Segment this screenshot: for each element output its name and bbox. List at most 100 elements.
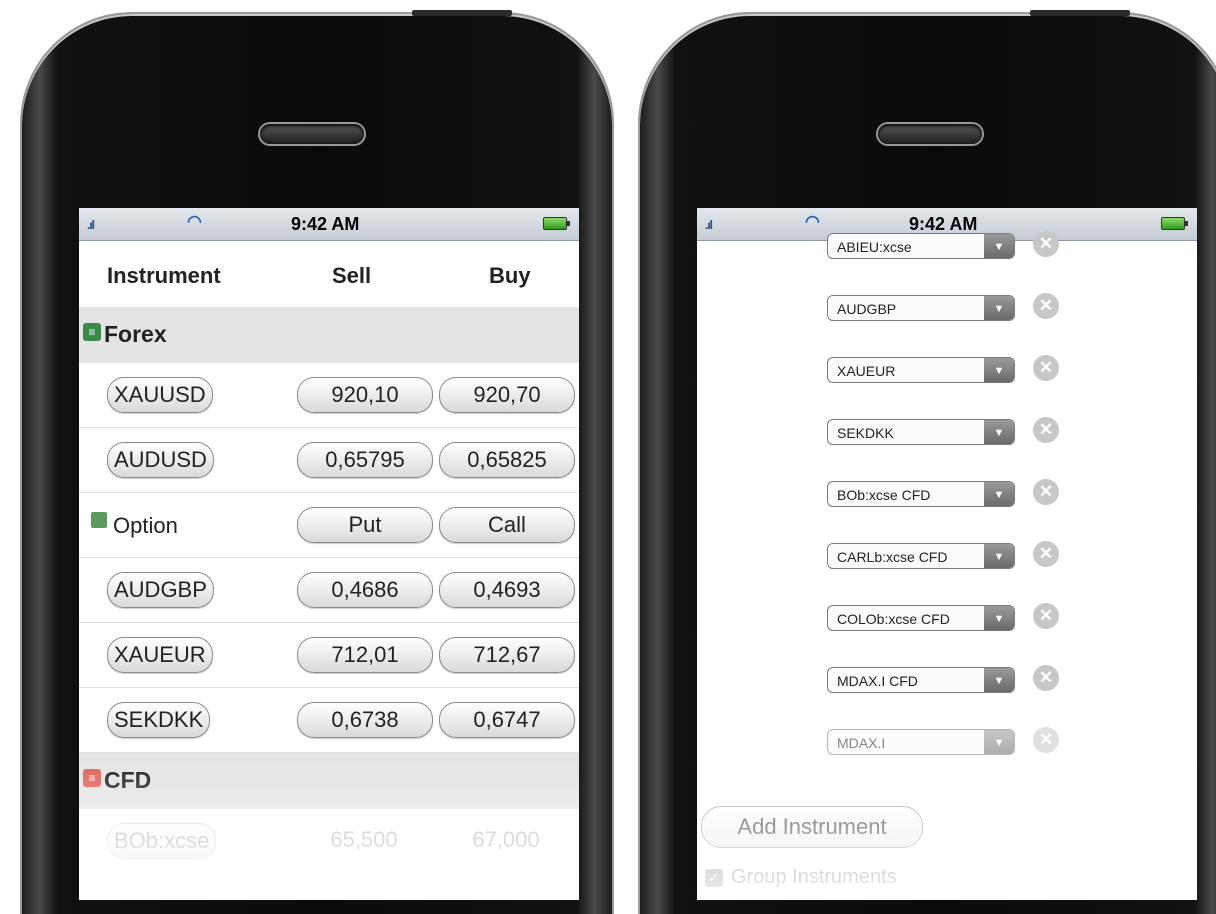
instrument-dropdown[interactable]: AUDGBP ▼: [827, 295, 1015, 321]
dropdown-value: XAUEUR: [837, 363, 896, 379]
instrument-dropdown[interactable]: COLOb:xcse CFD ▼: [827, 605, 1015, 631]
table-row: SEKDKK 0,6738 0,6747: [79, 688, 579, 753]
checkbox-icon[interactable]: ✓: [705, 868, 723, 887]
instrument-button[interactable]: AUDUSD: [107, 442, 214, 478]
instrument-button[interactable]: BOb:xcse: [107, 823, 217, 859]
right-phone: .ıl ◠ 9:42 AM ABIEU:xcse ▼ ✕ AUDGBP ▼ ✕ XAUEUR…: [620, 10, 1216, 914]
add-instrument-button[interactable]: Add Instrument: [701, 806, 923, 848]
sell-button[interactable]: 0,4686: [297, 572, 433, 608]
dropdown-value: CARLb:xcse CFD: [837, 549, 948, 565]
cfd-icon: ≡: [83, 769, 101, 787]
dropdown-value: SEKDKK: [837, 425, 894, 441]
header-sell: Sell: [332, 263, 372, 288]
remove-instrument-icon[interactable]: ✕: [1033, 665, 1059, 691]
battery-icon: [543, 217, 570, 230]
instrument-dropdown[interactable]: MDAX.I ▼: [827, 729, 1015, 755]
table-row: AUDGBP 0,4686 0,4693: [79, 558, 579, 623]
chevron-down-icon: ▼: [984, 668, 1014, 692]
instrument-dropdown[interactable]: ABIEU:xcse ▼: [827, 233, 1015, 259]
remove-instrument-icon[interactable]: ✕: [1033, 293, 1059, 319]
remove-instrument-icon[interactable]: ✕: [1033, 417, 1059, 443]
chevron-down-icon: ▼: [984, 420, 1014, 444]
forex-icon: ≡: [83, 323, 101, 341]
buy-button[interactable]: 712,67: [439, 637, 575, 673]
signal-icon: .ıl: [87, 218, 95, 232]
option-label: Option: [113, 513, 178, 538]
power-button: [412, 10, 512, 16]
phone-bezel: .ıl ◠ 9:42 AM ABIEU:xcse ▼ ✕ AUDGBP ▼ ✕ XAUEUR…: [640, 10, 1216, 914]
buy-button[interactable]: 920,70: [439, 377, 575, 413]
header-instrument: Instrument: [107, 263, 221, 288]
status-bar: .ıl ◠ 9:42 AM: [79, 208, 579, 241]
left-phone: .ıl ◠ 9:42 AM Instrument Sell Buy ≡ Fore…: [2, 10, 612, 914]
chevron-down-icon: ▼: [984, 296, 1014, 320]
instrument-dropdown[interactable]: MDAX.I CFD ▼: [827, 667, 1015, 693]
instrument-combo-row: MDAX.I CFD ▼ ✕: [697, 649, 1197, 711]
remove-instrument-icon[interactable]: ✕: [1033, 541, 1059, 567]
header-buy: Buy: [489, 263, 531, 288]
group-instruments-label: Group Instruments: [731, 866, 897, 888]
phone-bezel: .ıl ◠ 9:42 AM Instrument Sell Buy ≡ Fore…: [22, 10, 612, 914]
sell-button[interactable]: 0,65795: [297, 442, 433, 478]
instrument-button[interactable]: XAUEUR: [107, 637, 213, 673]
right-screen: .ıl ◠ 9:42 AM ABIEU:xcse ▼ ✕ AUDGBP ▼ ✕ XAUEUR…: [697, 208, 1197, 900]
option-icon: [91, 512, 107, 528]
remove-instrument-icon[interactable]: ✕: [1033, 603, 1059, 629]
status-time: 9:42 AM: [291, 214, 360, 234]
instrument-dropdown[interactable]: XAUEUR ▼: [827, 357, 1015, 383]
table-row: XAUUSD 920,10 920,70: [79, 363, 579, 428]
remove-instrument-icon[interactable]: ✕: [1033, 231, 1059, 257]
remove-instrument-icon[interactable]: ✕: [1033, 479, 1059, 505]
chevron-down-icon: ▼: [984, 234, 1014, 258]
instrument-combo-row: AUDGBP ▼ ✕: [697, 277, 1197, 339]
buy-value[interactable]: 67,000: [439, 823, 573, 857]
instrument-dropdown[interactable]: BOb:xcse CFD ▼: [827, 481, 1015, 507]
table-row: BOb:xcse 65,500 67,000: [79, 809, 579, 874]
remove-instrument-icon[interactable]: ✕: [1033, 355, 1059, 381]
dropdown-value: AUDGBP: [837, 301, 897, 317]
sell-button[interactable]: 0,6738: [297, 702, 433, 738]
chevron-down-icon: ▼: [984, 358, 1014, 382]
buy-button[interactable]: 0,4693: [439, 572, 575, 608]
wifi-icon: ◠: [187, 212, 202, 231]
dropdown-value: COLOb:xcse CFD: [837, 611, 950, 627]
buy-button[interactable]: 0,6747: [439, 702, 575, 738]
chevron-down-icon: ▼: [984, 544, 1014, 568]
instrument-combo-row: SEKDKK ▼ ✕: [697, 401, 1197, 463]
power-button: [1030, 10, 1130, 16]
buy-button[interactable]: 0,65825: [439, 442, 575, 478]
chevron-down-icon: ▼: [984, 482, 1014, 506]
sell-button[interactable]: 920,10: [297, 377, 433, 413]
earpiece-speaker: [260, 124, 364, 144]
instrument-list: ABIEU:xcse ▼ ✕ AUDGBP ▼ ✕ XAUEUR ▼ ✕ SEKDKK ▼ ✕ BOb:…: [697, 215, 1197, 773]
left-screen: .ıl ◠ 9:42 AM Instrument Sell Buy ≡ Fore…: [79, 208, 579, 900]
table-row: XAUEUR 712,01 712,67: [79, 623, 579, 688]
table-header: Instrument Sell Buy: [79, 241, 579, 307]
instrument-combo-row: MDAX.I ▼ ✕: [697, 711, 1197, 773]
instrument-combo-row: BOb:xcse CFD ▼ ✕: [697, 463, 1197, 525]
instrument-button[interactable]: SEKDKK: [107, 702, 211, 738]
chevron-down-icon: ▼: [984, 606, 1014, 630]
sell-button[interactable]: 712,01: [297, 637, 433, 673]
put-button[interactable]: Put: [297, 507, 433, 543]
instrument-dropdown[interactable]: SEKDKK ▼: [827, 419, 1015, 445]
earpiece-speaker: [878, 124, 982, 144]
instrument-combo-row: COLOb:xcse CFD ▼ ✕: [697, 587, 1197, 649]
chevron-down-icon: ▼: [984, 730, 1014, 754]
section-forex: ≡ Forex: [79, 307, 579, 363]
dropdown-value: MDAX.I CFD: [837, 673, 918, 689]
instrument-combo-row: ABIEU:xcse ▼ ✕: [697, 215, 1197, 277]
sell-value[interactable]: 65,500: [297, 823, 431, 857]
instrument-combo-row: CARLb:xcse CFD ▼ ✕: [697, 525, 1197, 587]
table-row: AUDUSD 0,65795 0,65825: [79, 428, 579, 493]
instrument-dropdown[interactable]: CARLb:xcse CFD ▼: [827, 543, 1015, 569]
call-button[interactable]: Call: [439, 507, 575, 543]
section-cfd: ≡ CFD: [79, 753, 579, 809]
remove-instrument-icon[interactable]: ✕: [1033, 727, 1059, 753]
instrument-button[interactable]: AUDGBP: [107, 572, 214, 608]
dropdown-value: MDAX.I: [837, 735, 886, 751]
dropdown-value: ABIEU:xcse: [837, 239, 912, 255]
dropdown-value: BOb:xcse CFD: [837, 487, 931, 503]
instrument-button[interactable]: XAUUSD: [107, 377, 213, 413]
instrument-combo-row: XAUEUR ▼ ✕: [697, 339, 1197, 401]
